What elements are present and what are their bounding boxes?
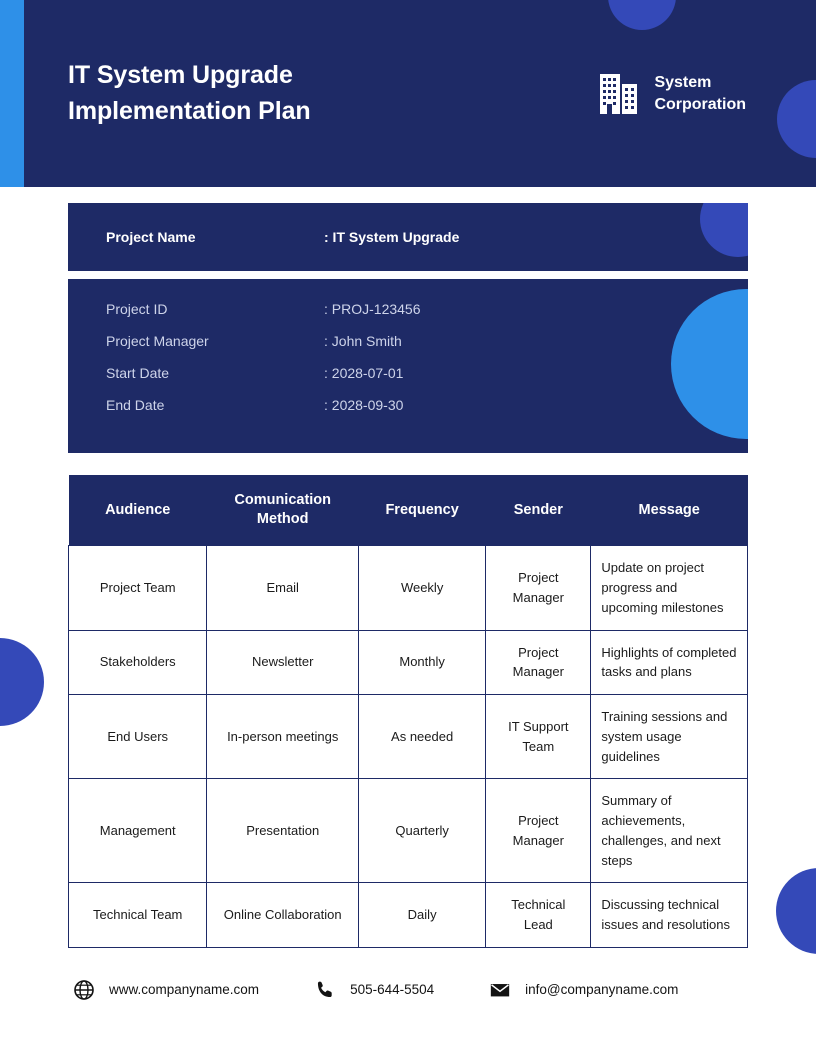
column-header-method: Comunication Method (206, 475, 359, 546)
cell-method: Presentation (206, 778, 359, 884)
cell-sender: IT Support Team (485, 693, 592, 780)
detail-value: : 2028-09-30 (324, 397, 404, 413)
cell-message: Highlights of completed tasks and plans (590, 629, 748, 695)
detail-value: : John Smith (324, 333, 402, 349)
project-name-decorative-circle (700, 203, 748, 257)
cell-sender: Project Manager (485, 778, 592, 884)
brand-lockup: System Corporation (598, 71, 746, 117)
column-header-audience: Audience (68, 475, 207, 546)
table-row: Management Presentation Quarterly Projec… (67, 778, 748, 884)
detail-value: : 2028-07-01 (324, 365, 404, 381)
detail-label: End Date (106, 397, 165, 413)
cell-frequency: Daily (357, 882, 487, 948)
footer-phone[interactable]: 505-644-5504 (313, 978, 434, 1002)
envelope-icon (488, 978, 512, 1002)
column-header-sender: Sender (485, 475, 591, 546)
project-details-panel: Project ID : PROJ-123456 Project Manager… (68, 279, 748, 453)
cell-sender: Technical Lead (485, 882, 592, 948)
phone-icon (313, 978, 337, 1002)
communication-plan-table-wrapper: Audience Comunication Method Frequency S… (67, 475, 748, 948)
cell-audience: Project Team (67, 545, 208, 631)
cell-message: Discussing technical issues and resoluti… (590, 882, 748, 948)
project-name-bar: Project Name : IT System Upgrade (68, 203, 748, 271)
communication-plan-table: Audience Comunication Method Frequency S… (67, 475, 748, 948)
cell-sender: Project Manager (485, 629, 592, 695)
project-name-label: Project Name (106, 229, 196, 245)
cell-frequency: Quarterly (357, 778, 487, 884)
cell-audience: Technical Team (67, 882, 208, 948)
table-row: Technical Team Online Collaboration Dail… (67, 882, 748, 948)
footer-website[interactable]: www.companyname.com (72, 978, 259, 1002)
cell-audience: End Users (67, 693, 208, 780)
column-header-frequency: Frequency (358, 475, 486, 546)
cell-sender: Project Manager (485, 545, 592, 631)
cell-frequency: Weekly (357, 545, 487, 631)
table-row: Project Team Email Weekly Project Manage… (67, 545, 748, 631)
page-title: IT System Upgrade Implementation Plan (68, 61, 311, 125)
cell-audience: Stakeholders (67, 629, 208, 695)
cell-method: Online Collaboration (206, 882, 359, 948)
table-row: End Users In-person meetings As needed I… (67, 693, 748, 780)
cell-message: Summary of achievements, challenges, and… (590, 778, 748, 884)
cell-method: Email (206, 545, 359, 631)
detail-value: : PROJ-123456 (324, 301, 421, 317)
cell-message: Training sessions and system usage guide… (590, 693, 748, 780)
cell-frequency: As needed (357, 693, 487, 780)
project-name-value: : IT System Upgrade (324, 229, 460, 245)
document-header: IT System Upgrade Implementation Plan Sy… (0, 0, 816, 187)
cell-method: Newsletter (206, 629, 359, 695)
detail-row-project-manager: Project Manager : John Smith (106, 333, 710, 365)
globe-icon (72, 978, 96, 1002)
cell-method: In-person meetings (206, 693, 359, 780)
detail-label: Project ID (106, 301, 168, 317)
detail-row-start-date: Start Date : 2028-07-01 (106, 365, 710, 397)
office-building-icon (598, 71, 640, 117)
footer-email-text: info@companyname.com (525, 982, 679, 998)
footer-phone-text: 505-644-5504 (350, 982, 435, 998)
document-footer: www.companyname.com 505-644-5504 info@co… (68, 978, 748, 1002)
column-header-message: Message (590, 475, 748, 546)
cell-frequency: Monthly (357, 629, 487, 695)
footer-website-text: www.companyname.com (109, 982, 260, 998)
footer-email[interactable]: info@companyname.com (488, 978, 678, 1002)
detail-label: Project Manager (106, 333, 209, 349)
detail-row-project-id: Project ID : PROJ-123456 (106, 301, 710, 333)
detail-label: Start Date (106, 365, 170, 381)
brand-name: System Corporation (654, 74, 746, 113)
table-header-row: Audience Comunication Method Frequency S… (68, 475, 748, 546)
table-row: Stakeholders Newsletter Monthly Project … (67, 629, 748, 695)
cell-audience: Management (67, 778, 208, 884)
detail-row-end-date: End Date : 2028-09-30 (106, 397, 710, 429)
cell-message: Update on project progress and upcoming … (590, 545, 748, 631)
